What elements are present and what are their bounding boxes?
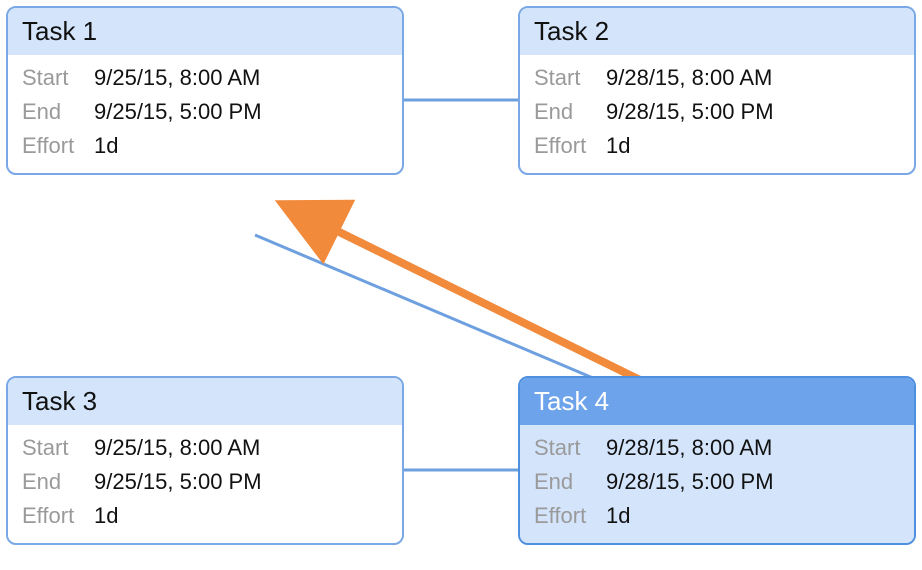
drag-arrow-icon <box>325 225 640 380</box>
row-value-start: 9/25/15, 8:00 AM <box>94 65 260 91</box>
row-label-effort: Effort <box>534 133 606 159</box>
task-card-task2[interactable]: Task 2 Start 9/28/15, 8:00 AM End 9/28/1… <box>518 6 916 175</box>
task-body: Start 9/28/15, 8:00 AM End 9/28/15, 5:00… <box>520 425 914 543</box>
task-body: Start 9/28/15, 8:00 AM End 9/28/15, 5:00… <box>520 55 914 173</box>
row-label-end: End <box>534 469 606 495</box>
task-row-start: Start 9/28/15, 8:00 AM <box>534 61 900 95</box>
task-card-task1[interactable]: Task 1 Start 9/25/15, 8:00 AM End 9/25/1… <box>6 6 404 175</box>
row-label-start: Start <box>534 65 606 91</box>
task-body: Start 9/25/15, 8:00 AM End 9/25/15, 5:00… <box>8 55 402 173</box>
task-row-effort: Effort 1d <box>534 129 900 163</box>
row-value-end: 9/28/15, 5:00 PM <box>606 469 774 495</box>
row-value-effort: 1d <box>606 503 630 529</box>
row-label-end: End <box>534 99 606 125</box>
row-value-end: 9/28/15, 5:00 PM <box>606 99 774 125</box>
task-title: Task 3 <box>8 378 402 425</box>
row-label-end: End <box>22 469 94 495</box>
task-card-task3[interactable]: Task 3 Start 9/25/15, 8:00 AM End 9/25/1… <box>6 376 404 545</box>
row-label-end: End <box>22 99 94 125</box>
row-value-effort: 1d <box>94 133 118 159</box>
connector-pending-line <box>255 235 593 378</box>
row-label-effort: Effort <box>22 133 94 159</box>
row-value-start: 9/28/15, 8:00 AM <box>606 65 772 91</box>
row-value-effort: 1d <box>94 503 118 529</box>
row-label-effort: Effort <box>534 503 606 529</box>
row-value-end: 9/25/15, 5:00 PM <box>94 469 262 495</box>
task-row-end: End 9/25/15, 5:00 PM <box>22 465 388 499</box>
task-row-start: Start 9/25/15, 8:00 AM <box>22 61 388 95</box>
task-row-end: End 9/28/15, 5:00 PM <box>534 95 900 129</box>
row-value-start: 9/28/15, 8:00 AM <box>606 435 772 461</box>
task-row-start: Start 9/28/15, 8:00 AM <box>534 431 900 465</box>
task-row-end: End 9/28/15, 5:00 PM <box>534 465 900 499</box>
row-label-start: Start <box>534 435 606 461</box>
task-row-effort: Effort 1d <box>22 499 388 533</box>
row-value-end: 9/25/15, 5:00 PM <box>94 99 262 125</box>
row-label-start: Start <box>22 65 94 91</box>
task-row-start: Start 9/25/15, 8:00 AM <box>22 431 388 465</box>
task-title: Task 4 <box>520 378 914 425</box>
row-value-effort: 1d <box>606 133 630 159</box>
task-row-end: End 9/25/15, 5:00 PM <box>22 95 388 129</box>
task-network-diagram: Task 1 Start 9/25/15, 8:00 AM End 9/25/1… <box>0 0 922 570</box>
task-title: Task 2 <box>520 8 914 55</box>
task-body: Start 9/25/15, 8:00 AM End 9/25/15, 5:00… <box>8 425 402 543</box>
task-row-effort: Effort 1d <box>22 129 388 163</box>
task-card-task4[interactable]: Task 4 Start 9/28/15, 8:00 AM End 9/28/1… <box>518 376 916 545</box>
task-title: Task 1 <box>8 8 402 55</box>
task-row-effort: Effort 1d <box>534 499 900 533</box>
row-value-start: 9/25/15, 8:00 AM <box>94 435 260 461</box>
row-label-start: Start <box>22 435 94 461</box>
row-label-effort: Effort <box>22 503 94 529</box>
